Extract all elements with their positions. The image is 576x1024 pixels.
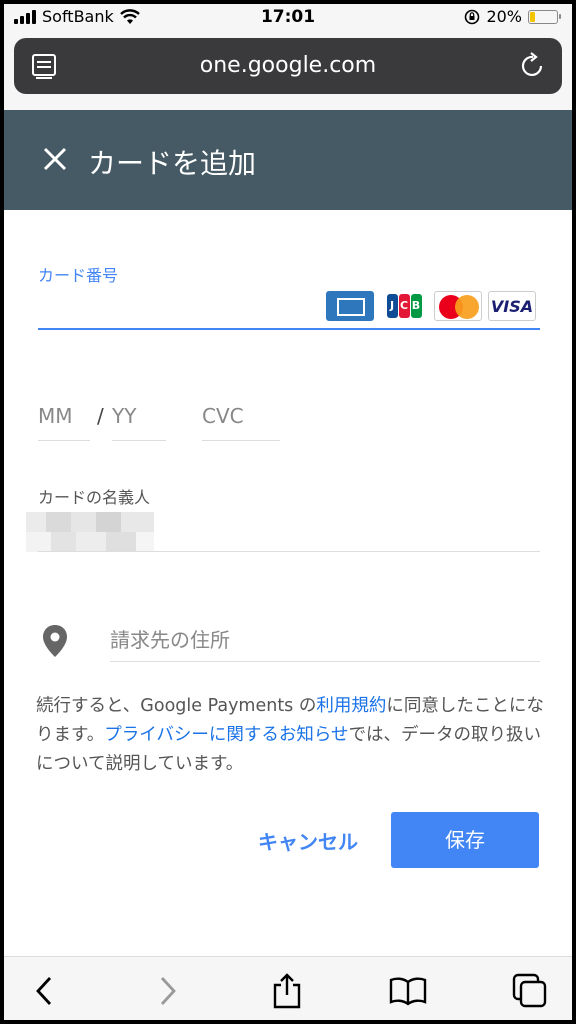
close-icon[interactable] (40, 144, 70, 174)
card-brand-logos: JCB VISA (326, 291, 536, 321)
expiry-year-input[interactable]: YY (112, 404, 136, 428)
cvc-input[interactable]: CVC (202, 404, 244, 428)
share-icon (273, 973, 301, 1009)
back-button[interactable] (24, 971, 64, 1011)
expiry-month-underline (38, 440, 90, 441)
cardholder-label: カードの名義人 (38, 488, 151, 507)
amex-icon (326, 291, 374, 321)
page-title: カードを追加 (88, 147, 257, 180)
tabs-icon (512, 973, 547, 1008)
forward-button[interactable] (148, 971, 188, 1011)
chevron-right-icon (160, 977, 176, 1005)
orientation-lock-icon (465, 9, 480, 24)
jcb-icon: JCB (380, 291, 428, 321)
location-pin-icon (43, 625, 67, 657)
dialog-header: カードを追加 (4, 110, 572, 210)
bookmarks-button[interactable] (388, 971, 428, 1011)
chevron-left-icon (36, 977, 52, 1005)
url-field[interactable]: one.google.com (14, 38, 562, 94)
expiry-separator: / (97, 404, 104, 428)
card-number-field[interactable] (38, 328, 540, 330)
book-icon (389, 977, 427, 1006)
screen: SoftBank 17:01 20% one.google.com カードを追加… (4, 4, 572, 1020)
terms-notice: 続行すると、Google Payments の利用規約に同意したことになります。… (36, 696, 544, 774)
save-button[interactable]: 保存 (391, 812, 539, 868)
cvc-underline (202, 440, 280, 441)
cancel-button[interactable]: キャンセル (258, 826, 358, 855)
terms-link[interactable]: 利用規約 (316, 696, 386, 716)
card-number-label: カード番号 (38, 266, 119, 285)
tabs-button[interactable] (510, 971, 550, 1011)
battery-percent: 20% (486, 7, 522, 26)
privacy-link[interactable]: プライバシーに関するお知らせ (104, 725, 348, 745)
mastercard-icon (434, 291, 482, 321)
battery-icon (528, 9, 561, 24)
visa-icon: VISA (488, 291, 536, 321)
share-button[interactable] (267, 971, 307, 1011)
billing-address-input[interactable]: 請求先の住所 (110, 624, 230, 653)
url-text: one.google.com (199, 53, 377, 78)
browser-toolbar (4, 956, 572, 1020)
browser-address-bar: one.google.com (4, 30, 572, 110)
billing-address-underline (110, 661, 540, 662)
reload-icon[interactable] (520, 52, 546, 80)
cardholder-underline (38, 551, 540, 552)
expiry-month-input[interactable]: MM (38, 404, 73, 428)
cardholder-name-redacted[interactable] (26, 512, 154, 552)
expiry-year-underline (112, 440, 166, 441)
status-bar: SoftBank 17:01 20% (4, 4, 572, 30)
